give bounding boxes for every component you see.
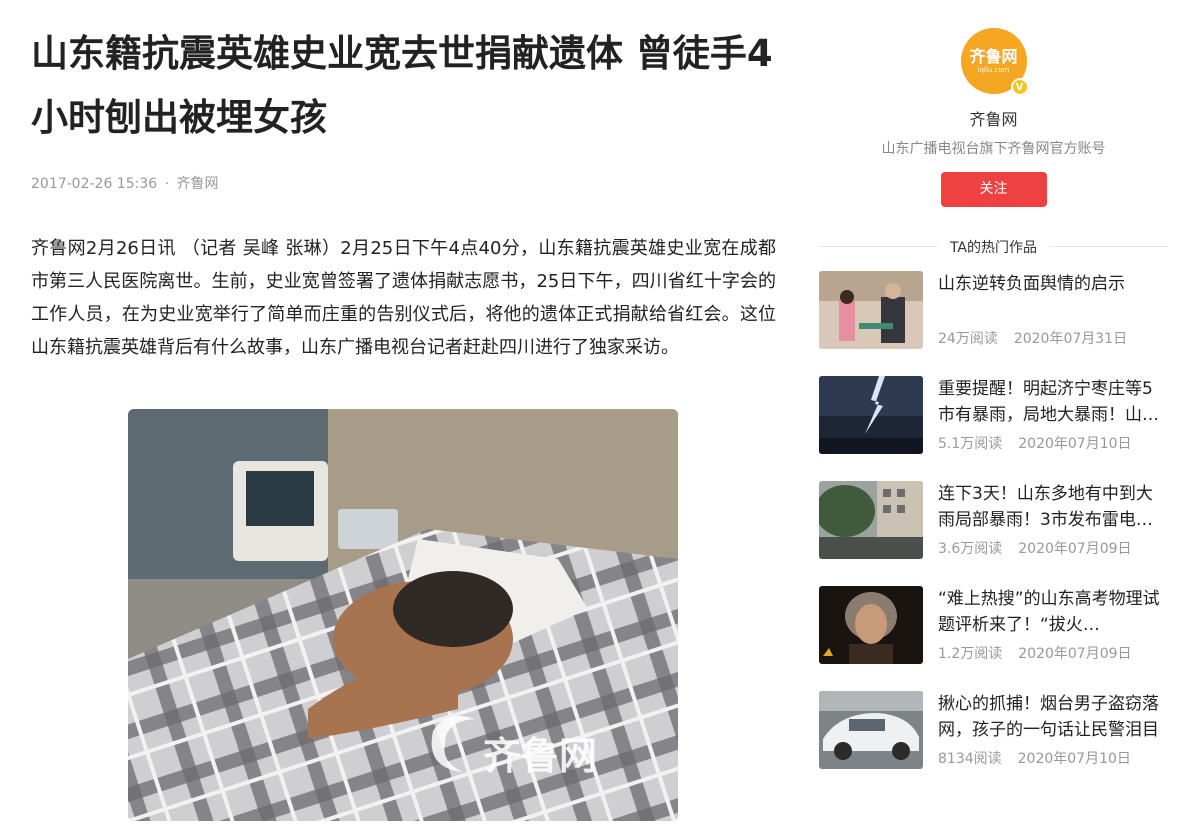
meta-separator: · — [164, 176, 170, 192]
hot-item-thumbnail[interactable] — [819, 271, 923, 349]
hot-item-reads: 8134阅读 — [938, 751, 1002, 767]
hot-item-reads: 3.6万阅读 — [938, 541, 1003, 557]
hot-item-info: “难上热搜”的山东高考物理试题评析来了！“拔火罐”和“滑… 1.2万阅读 2020… — [938, 586, 1168, 664]
hot-item-info: 重要提醒！明起济宁枣庄等5市有暴雨，局地大暴雨！山东… 5.1万阅读 2020年0… — [938, 376, 1168, 454]
author-profile: 齐鲁网 iqilu.com V 齐鲁网 山东广播电视台旗下齐鲁网官方账号 关注 — [819, 28, 1168, 207]
article-meta: 2017-02-26 15:36 · 齐鲁网 — [31, 174, 776, 194]
hot-item-title[interactable]: 重要提醒！明起济宁枣庄等5市有暴雨，局地大暴雨！山东… — [938, 376, 1168, 428]
hot-item-title[interactable]: 山东逆转负面舆情的启示 — [938, 271, 1168, 323]
hot-item-meta: 8134阅读 2020年07月10日 — [938, 749, 1131, 769]
hot-item-title[interactable]: “难上热搜”的山东高考物理试题评析来了！“拔火罐”和“滑… — [938, 586, 1168, 638]
hot-item-thumbnail[interactable] — [819, 376, 923, 454]
verified-badge-icon: V — [1010, 78, 1029, 96]
hot-item-date: 2020年07月10日 — [1017, 751, 1131, 767]
hot-item-date: 2020年07月09日 — [1018, 646, 1132, 662]
hot-works-title: TA的热门作品 — [937, 240, 1050, 256]
hot-item-reads: 1.2万阅读 — [938, 646, 1003, 662]
hot-item-meta: 3.6万阅读 2020年07月09日 — [938, 539, 1132, 559]
hot-item-meta: 1.2万阅读 2020年07月09日 — [938, 644, 1132, 664]
hot-item-thumbnail[interactable] — [819, 481, 923, 559]
author-description: 山东广播电视台旗下齐鲁网官方账号 — [881, 141, 1106, 157]
hot-item-date: 2020年07月10日 — [1018, 436, 1132, 452]
sidebar: 齐鲁网 iqilu.com V 齐鲁网 山东广播电视台旗下齐鲁网官方账号 关注 … — [819, 20, 1168, 796]
article: 山东籍抗震英雄史业宽去世捐献遗体 曾徒手4小时刨出被埋女孩 2017-02-26… — [31, 22, 776, 364]
hot-works-list: 山东逆转负面舆情的启示 24万阅读 2020年07月31日 重要提醒！明起济宁枣庄… — [819, 271, 1168, 769]
hot-item[interactable]: 揪心的抓捕！烟台男子盗窃落网，孩子的一句话让民警泪目 8134阅读 2020年07… — [819, 691, 1168, 769]
hot-item[interactable]: 重要提醒！明起济宁枣庄等5市有暴雨，局地大暴雨！山东… 5.1万阅读 2020年0… — [819, 376, 1168, 454]
hot-item-meta: 5.1万阅读 2020年07月10日 — [938, 434, 1132, 454]
hot-item-title[interactable]: 连下3天！山东多地有中到大雨局部暴雨！3市发布雷电… — [938, 481, 1168, 533]
hot-item[interactable]: “难上热搜”的山东高考物理试题评析来了！“拔火罐”和“滑… 1.2万阅读 2020… — [819, 586, 1168, 664]
hot-item-info: 揪心的抓捕！烟台男子盗窃落网，孩子的一句话让民警泪目 8134阅读 2020年07… — [938, 691, 1168, 769]
hot-item-title[interactable]: 揪心的抓捕！烟台男子盗窃落网，孩子的一句话让民警泪目 — [938, 691, 1168, 743]
publish-date: 2017-02-26 15:36 — [31, 176, 158, 192]
hot-item-meta: 24万阅读 2020年07月31日 — [938, 329, 1127, 349]
author-name[interactable]: 齐鲁网 — [819, 109, 1168, 131]
hot-item-info: 山东逆转负面舆情的启示 24万阅读 2020年07月31日 — [938, 271, 1168, 349]
watermark-text: 齐鲁网 — [483, 734, 597, 778]
avatar-logo-text: 齐鲁网 — [969, 46, 1018, 66]
hot-item[interactable]: 山东逆转负面舆情的启示 24万阅读 2020年07月31日 — [819, 271, 1168, 349]
article-photo: 齐鲁网 — [128, 409, 678, 821]
follow-button[interactable]: 关注 — [940, 172, 1047, 207]
hot-item-reads: 5.1万阅读 — [938, 436, 1003, 452]
article-paragraph: 齐鲁网2月26日讯 （记者 吴峰 张琳）2月25日下午4点40分，山东籍抗震英雄… — [31, 238, 776, 358]
article-title: 山东籍抗震英雄史业宽去世捐献遗体 曾徒手4小时刨出被埋女孩 — [31, 32, 773, 139]
hot-item-thumbnail[interactable] — [819, 586, 923, 664]
hot-item-date: 2020年07月31日 — [1013, 331, 1128, 347]
hot-works-heading: TA的热门作品 — [819, 237, 1168, 256]
hot-item[interactable]: 连下3天！山东多地有中到大雨局部暴雨！3市发布雷电… 3.6万阅读 2020年07… — [819, 481, 1168, 559]
avatar-logo-subtext: iqilu.com — [977, 65, 1010, 74]
hot-item-date: 2020年07月09日 — [1018, 541, 1132, 557]
hot-item-reads: 24万阅读 — [938, 331, 998, 347]
article-source[interactable]: 齐鲁网 — [177, 176, 219, 192]
hot-item-info: 连下3天！山东多地有中到大雨局部暴雨！3市发布雷电… 3.6万阅读 2020年07… — [938, 481, 1168, 559]
hot-item-thumbnail[interactable] — [819, 691, 923, 769]
author-avatar[interactable]: 齐鲁网 iqilu.com V — [960, 28, 1029, 96]
